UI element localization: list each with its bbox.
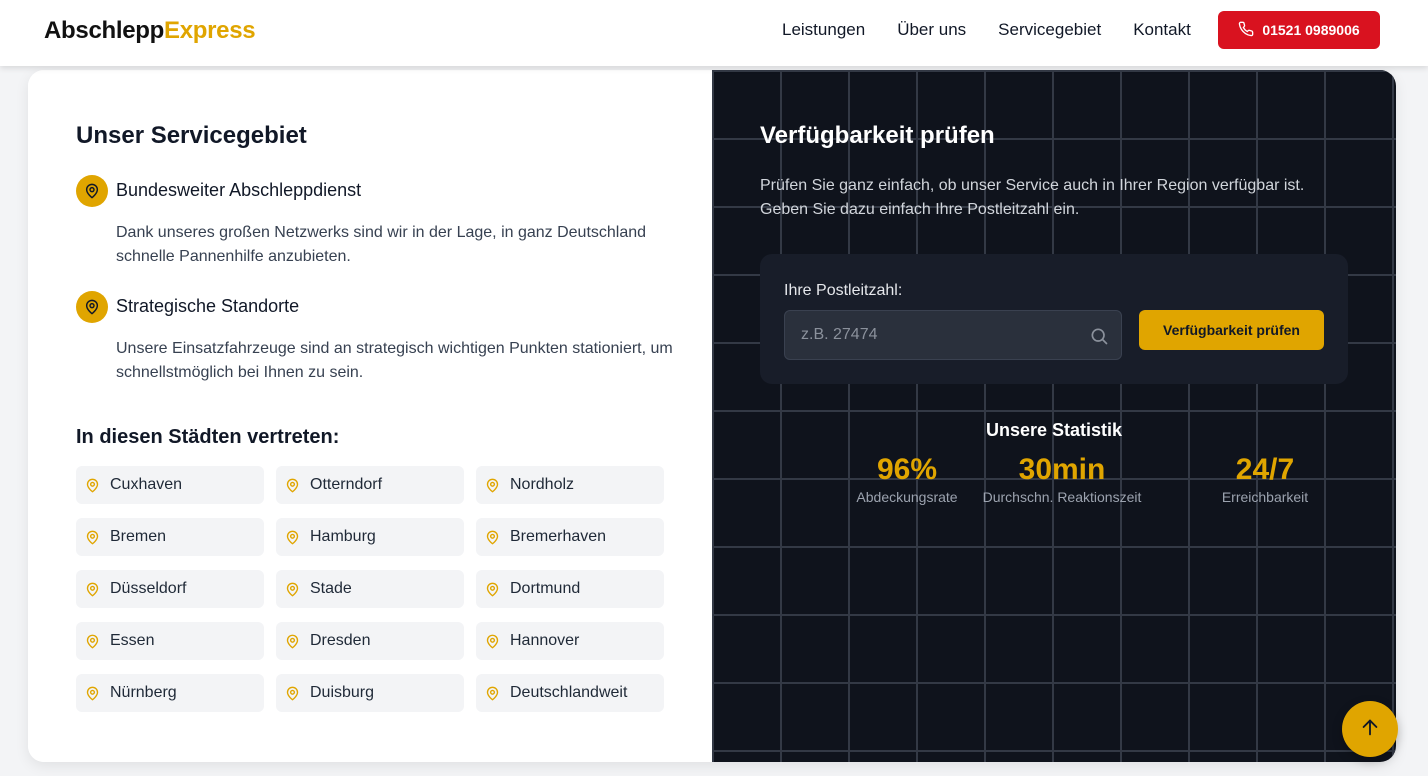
stat-availability: 24/7 Erreichbarkeit xyxy=(1186,452,1344,506)
availability-description: Prüfen Sie ganz einfach, ob unser Servic… xyxy=(760,177,1305,218)
city-name: Dresden xyxy=(310,632,371,649)
site-header: AbschleppExpress Leistungen Über uns Ser… xyxy=(0,0,1428,66)
stat-label: Abdeckungsrate xyxy=(856,489,958,505)
city-name: Hamburg xyxy=(310,528,376,545)
search-icon xyxy=(1089,326,1109,346)
map-pin-icon xyxy=(485,686,500,701)
nav-ueber-uns[interactable]: Über uns xyxy=(897,20,966,40)
map-pin-icon xyxy=(85,478,100,493)
city-item: Essen xyxy=(76,622,264,660)
city-name: Hannover xyxy=(510,632,580,649)
city-item: Duisburg xyxy=(276,674,464,712)
city-name: Bremen xyxy=(110,528,167,545)
map-pin-icon xyxy=(285,478,300,493)
city-item: Düsseldorf xyxy=(76,570,264,608)
check-availability-button[interactable]: Verfügbarkeit prüfen xyxy=(1139,310,1324,350)
city-name: Duisburg xyxy=(310,684,375,701)
city-name: Dortmund xyxy=(510,580,581,597)
availability-title: Verfügbarkeit prüfen xyxy=(760,122,995,149)
city-list: Cuxhaven Otterndorf Nordholz Bremen Hamburg B… xyxy=(76,466,664,712)
stat-value: 24/7 xyxy=(1235,453,1295,486)
map-pin-icon xyxy=(85,686,100,701)
postcode-form: Ihre Postleitzahl: Verfügbarkeit prüfen xyxy=(760,254,1348,384)
city-item: Deutschlandweit xyxy=(476,674,664,712)
nav-kontakt[interactable]: Kontakt xyxy=(1133,20,1191,40)
logo-text-accent: Express xyxy=(163,17,256,44)
map-pin-icon xyxy=(285,582,300,597)
feature-description: Dank unseres großen Netzwerks sind wir i… xyxy=(116,224,647,265)
feature-title: Bundesweiter Abschleppdienst xyxy=(116,180,362,200)
phone-icon xyxy=(1238,21,1254,40)
main-nav: Leistungen Über uns Servicegebiet Kontak… xyxy=(782,20,1191,40)
postcode-label: Ihre Postleitzahl: xyxy=(784,282,903,299)
map-pin-icon xyxy=(85,530,100,545)
city-item: Nürnberg xyxy=(76,674,264,712)
postcode-input-wrapper xyxy=(784,310,1122,360)
city-name: Essen xyxy=(110,632,155,649)
feature-description: Unsere Einsatzfahrzeuge sind an strategi… xyxy=(116,340,673,381)
city-item: Dresden xyxy=(276,622,464,660)
map-pin-icon xyxy=(485,530,500,545)
stat-label: Durchschn. Reaktionszeit xyxy=(982,489,1142,505)
cities-title: In diesen Städten vertreten: xyxy=(76,426,340,448)
map-pin-icon xyxy=(485,582,500,597)
map-pin-icon xyxy=(285,634,300,649)
map-pin-icon xyxy=(85,582,100,597)
city-name: Düsseldorf xyxy=(110,580,187,597)
postcode-input[interactable] xyxy=(785,311,1075,359)
city-name: Bremerhaven xyxy=(510,528,607,545)
map-pin-icon xyxy=(76,175,108,207)
city-item: Otterndorf xyxy=(276,466,464,504)
availability-panel: Verfügbarkeit prüfen Prüfen Sie ganz ein… xyxy=(712,70,1396,762)
stat-value: 30min xyxy=(1018,453,1106,486)
city-item: Bremen xyxy=(76,518,264,556)
stats-title: Unsere Statistik xyxy=(985,420,1123,440)
city-item: Hamburg xyxy=(276,518,464,556)
city-item: Dortmund xyxy=(476,570,664,608)
stat-coverage: 96% Abdeckungsrate xyxy=(826,452,988,506)
map-pin-icon xyxy=(285,530,300,545)
map-pin-icon xyxy=(485,478,500,493)
call-button[interactable]: 01521 0989006 xyxy=(1218,11,1380,49)
city-name: Nürnberg xyxy=(110,684,177,701)
logo[interactable]: AbschleppExpress xyxy=(44,17,256,45)
nav-leistungen[interactable]: Leistungen xyxy=(782,20,865,40)
city-name: Deutschlandweit xyxy=(510,684,628,701)
nav-servicegebiet[interactable]: Servicegebiet xyxy=(998,20,1101,40)
stat-label: Erreichbarkeit xyxy=(1221,489,1309,505)
city-name: Stade xyxy=(310,580,352,597)
stat-value: 96% xyxy=(876,453,938,486)
stat-response-time: 30min Durchschn. Reaktionszeit xyxy=(976,452,1148,506)
city-item: Hannover xyxy=(476,622,664,660)
service-area-card: Unser Servicegebiet Bundesweiter Abschle… xyxy=(28,70,1396,762)
city-item: Bremerhaven xyxy=(476,518,664,556)
city-name: Cuxhaven xyxy=(110,476,183,493)
city-item: Nordholz xyxy=(476,466,664,504)
city-name: Otterndorf xyxy=(310,476,383,493)
city-item: Stade xyxy=(276,570,464,608)
scroll-to-top-button[interactable] xyxy=(1342,701,1398,757)
arrow-up-icon xyxy=(1359,716,1381,743)
map-pin-icon xyxy=(85,634,100,649)
map-pin-icon xyxy=(76,291,108,323)
map-pin-icon xyxy=(485,634,500,649)
city-item: Cuxhaven xyxy=(76,466,264,504)
call-button-label: 01521 0989006 xyxy=(1262,22,1360,38)
city-name: Nordholz xyxy=(510,476,575,493)
map-pin-icon xyxy=(285,686,300,701)
service-area-info: Unser Servicegebiet Bundesweiter Abschle… xyxy=(28,70,712,762)
feature-title: Strategische Standorte xyxy=(116,296,300,316)
logo-text-primary: Abschlepp xyxy=(44,17,164,44)
service-area-title: Unser Servicegebiet xyxy=(76,122,307,149)
